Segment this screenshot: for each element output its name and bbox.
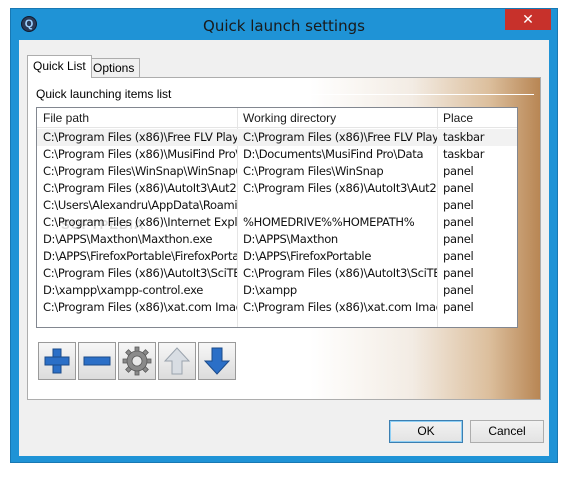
cell-working-directory: D:\APPS\Maxthon [243, 232, 338, 246]
cell-place: panel [443, 232, 474, 246]
cell-place: taskbar [443, 130, 485, 144]
cell-working-directory: C:\Program Files\WinSnap [243, 164, 384, 178]
cell-working-directory: D:\xampp [243, 283, 297, 297]
move-down-arrow-icon [203, 347, 231, 375]
remove-icon [83, 356, 111, 366]
list-rows: C:\Program Files (x86)\Free FLV Playe...… [37, 129, 517, 316]
cell-working-directory [237, 197, 437, 214]
column-header-file-path[interactable]: File path [37, 108, 237, 128]
column-header-working-directory[interactable]: Working directory [237, 108, 437, 128]
cell-file-path: D:\xampp\xampp-control.exe [43, 283, 204, 297]
table-row[interactable]: D:\APPS\Maxthon\Maxthon.exe D:\APPS\Maxt… [37, 231, 517, 248]
add-item-button[interactable] [38, 342, 76, 380]
cell-place: panel [443, 198, 474, 212]
table-row[interactable]: C:\Program Files (x86)\AutoIt3\Aut2E... … [37, 180, 517, 197]
cell-place: panel [443, 181, 474, 195]
tab-options[interactable]: Options [87, 58, 141, 77]
settings-gear-icon [122, 346, 152, 376]
move-up-button[interactable] [158, 342, 196, 380]
group-divider [190, 94, 534, 95]
dialog-client-area: Quick List Options Quick launching items… [19, 40, 549, 456]
add-icon [44, 348, 70, 374]
cell-place: panel [443, 300, 474, 314]
table-row[interactable]: C:\Program Files (x86)\Internet Explore.… [37, 214, 517, 231]
cell-file-path: C:\Program Files (x86)\Internet Explore.… [43, 215, 237, 229]
cell-file-path: D:\APPS\Maxthon\Maxthon.exe [43, 232, 213, 246]
cell-place: panel [443, 283, 474, 297]
cell-working-directory: D:\APPS\FirefoxPortable [243, 249, 372, 263]
cell-working-directory: C:\Program Files (x86)\Free FLV Player [243, 130, 437, 144]
cell-place: taskbar [443, 147, 485, 161]
cell-file-path: C:\Users\Alexandru\AppData\Roamin... [43, 198, 237, 212]
quick-list-panel: Quick launching items list File path Wor… [27, 77, 541, 400]
cell-working-directory: C:\Program Files (x86)\AutoIt3\Aut2Exe [243, 181, 437, 195]
remove-item-button[interactable] [78, 342, 116, 380]
table-row[interactable]: C:\Users\Alexandru\AppData\Roamin... pan… [37, 197, 517, 214]
cell-place: panel [443, 215, 474, 229]
cell-file-path: C:\Program Files (x86)\MusiFind Pro\... [43, 147, 237, 161]
cell-working-directory: D:\Documents\MusiFind Pro\Data [243, 147, 424, 161]
table-row[interactable]: D:\xampp\xampp-control.exe D:\xampp pane… [37, 282, 517, 299]
cell-working-directory: %HOMEDRIVE%%HOMEPATH% [243, 215, 415, 229]
table-row[interactable]: C:\Program Files (x86)\Free FLV Playe...… [37, 129, 517, 146]
cell-file-path: C:\Program Files (x86)\AutoIt3\Aut2E... [43, 181, 237, 195]
cell-file-path: C:\Program Files (x86)\xat.com Image ... [43, 300, 237, 314]
cell-working-directory: C:\Program Files (x86)\xat.com Image... [243, 300, 437, 314]
close-button[interactable]: ✕ [505, 9, 551, 30]
tab-quick-list[interactable]: Quick List [27, 55, 92, 78]
list-header: File path Working directory Place [37, 108, 517, 128]
table-row[interactable]: C:\Program Files (x86)\AutoIt3\SciTE\...… [37, 265, 517, 282]
table-row[interactable]: C:\Program Files (x86)\MusiFind Pro\... … [37, 146, 517, 163]
cancel-button[interactable]: Cancel [470, 420, 544, 443]
cell-file-path: C:\Program Files (x86)\AutoIt3\SciTE\... [43, 266, 237, 280]
table-row[interactable]: C:\Program Files\WinSnap\WinSnap6... C:\… [37, 163, 517, 180]
cell-place: panel [443, 249, 474, 263]
window-title: Quick launch settings [203, 17, 365, 35]
cell-place: panel [443, 164, 474, 178]
edit-item-button[interactable] [118, 342, 156, 380]
title-bar[interactable]: Q Quick launch settings ✕ [11, 9, 557, 41]
cell-file-path: C:\Program Files (x86)\Free FLV Playe... [43, 130, 237, 144]
move-up-arrow-icon [163, 347, 191, 375]
dialog-window: Q Quick launch settings ✕ Quick List Opt… [10, 8, 558, 463]
ok-button[interactable]: OK [389, 420, 463, 443]
move-down-button[interactable] [198, 342, 236, 380]
table-row[interactable]: C:\Program Files (x86)\xat.com Image ...… [37, 299, 517, 316]
table-row[interactable]: D:\APPS\FirefoxPortable\FirefoxPorta... … [37, 248, 517, 265]
column-header-place[interactable]: Place [437, 108, 517, 128]
group-label: Quick launching items list [36, 87, 172, 101]
quick-launch-list[interactable]: File path Working directory Place SOFTPE… [36, 107, 518, 328]
cell-file-path: D:\APPS\FirefoxPortable\FirefoxPorta... [43, 249, 237, 263]
cell-file-path: C:\Program Files\WinSnap\WinSnap6... [43, 164, 237, 178]
cell-working-directory: C:\Program Files (x86)\AutoIt3\SciTE [243, 266, 437, 280]
cell-place: panel [443, 266, 474, 280]
